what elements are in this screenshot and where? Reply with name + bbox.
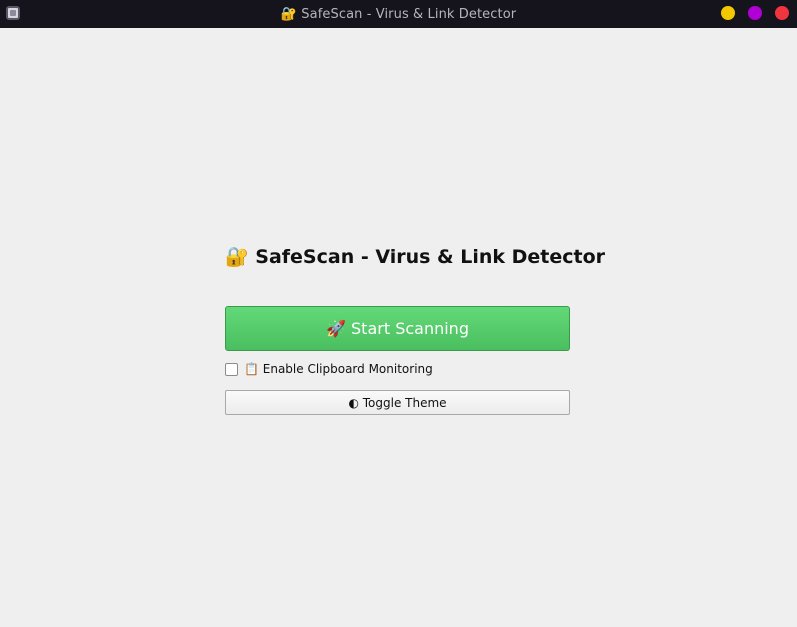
clipboard-monitoring-label[interactable]: 📋 Enable Clipboard Monitoring: [244, 362, 433, 376]
window-title: 🔐 SafeScan - Virus & Link Detector: [280, 6, 517, 22]
start-scanning-button[interactable]: 🚀 Start Scanning: [225, 306, 570, 351]
page-title: 🔐 SafeScan - Virus & Link Detector: [225, 246, 606, 268]
clipboard-monitoring-checkbox[interactable]: [225, 362, 238, 376]
close-button[interactable]: [775, 6, 789, 20]
title-bar[interactable]: 🔐 SafeScan - Virus & Link Detector: [0, 0, 797, 28]
toggle-theme-button[interactable]: ◐ Toggle Theme: [225, 390, 570, 415]
main-panel: 🔐 SafeScan - Virus & Link Detector 🚀 Sta…: [225, 240, 606, 415]
app-window-icon[interactable]: [6, 6, 20, 20]
clipboard-monitoring-option[interactable]: 📋 Enable Clipboard Monitoring: [225, 360, 433, 378]
app-window: 🔐 SafeScan - Virus & Link Detector 🔐 Saf…: [0, 0, 797, 627]
minimize-button[interactable]: [721, 6, 735, 20]
maximize-button[interactable]: [748, 6, 762, 20]
